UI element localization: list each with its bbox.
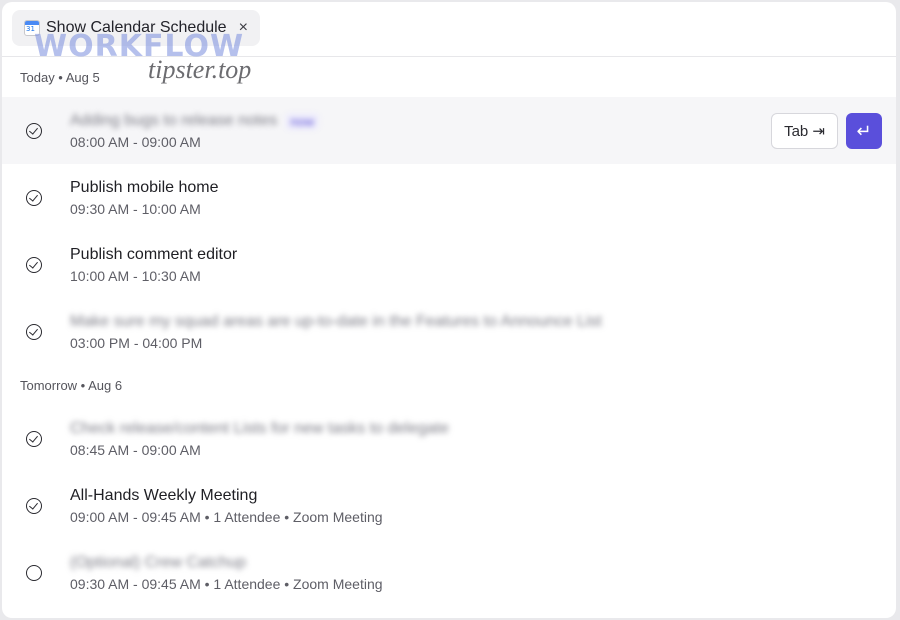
empty-circle-icon[interactable] (26, 564, 42, 581)
event-row[interactable]: Publish comment editor 10:00 AM - 10:30 … (2, 231, 896, 298)
checked-circle-icon[interactable] (26, 497, 42, 514)
event-title: Publish mobile home (70, 179, 219, 196)
event-time: 03:00 PM - 04:00 PM (70, 335, 203, 351)
event-title: Make sure my squad areas are up-to-date … (70, 313, 602, 330)
event-row[interactable]: All-Hands Weekly Meeting 09:00 AM - 09:4… (2, 472, 896, 539)
tab-bar: Show Calendar Schedule × WORKFLOW tipste… (2, 2, 896, 84)
event-row[interactable]: Publish mobile home 09:30 AM - 10:00 AM (2, 164, 896, 231)
checked-circle-icon[interactable] (26, 323, 42, 340)
event-time: 09:00 AM - 09:45 AM • 1 Attendee • Zoom … (70, 509, 383, 525)
event-row[interactable]: Adding bugs to release notes now 08:00 A… (2, 97, 896, 164)
section-header-tomorrow: Tomorrow • Aug 6 (20, 377, 123, 393)
event-title: All-Hands Weekly Meeting (70, 487, 258, 504)
section-header-today: Today • Aug 5 (20, 69, 100, 85)
tab-button[interactable]: Tab ⇥ (771, 113, 838, 149)
event-title: Check release/content Lists for new task… (70, 420, 449, 437)
return-icon: ↵ (856, 120, 872, 141)
event-title: Publish comment editor (70, 246, 238, 263)
tab-button-label: Tab ⇥ (784, 123, 825, 140)
event-title: (Optional) Crew Catchup (70, 554, 247, 571)
event-time: 08:00 AM - 09:00 AM (70, 134, 201, 150)
checked-circle-icon[interactable] (26, 122, 42, 139)
event-time: 09:30 AM - 09:45 AM • 1 Attendee • Zoom … (70, 576, 383, 592)
event-time: 09:30 AM - 10:00 AM (70, 201, 201, 217)
event-title-text: Adding bugs to release notes (70, 112, 278, 129)
event-row[interactable]: Check release/content Lists for new task… (2, 405, 896, 472)
checked-circle-icon[interactable] (26, 430, 42, 447)
tab-title: Show Calendar Schedule (46, 19, 227, 36)
event-time: 10:00 AM - 10:30 AM (70, 268, 201, 284)
event-title: Adding bugs to release notes now (70, 110, 320, 132)
calendar-panel: Show Calendar Schedule × WORKFLOW tipste… (2, 2, 896, 618)
event-row[interactable]: Make sure my squad areas are up-to-date … (2, 298, 896, 365)
tab-calendar-schedule[interactable]: Show Calendar Schedule × (12, 10, 260, 46)
now-badge: now (285, 112, 320, 130)
close-icon[interactable]: × (239, 19, 248, 37)
checked-circle-icon[interactable] (26, 189, 42, 206)
event-row[interactable]: (Optional) Crew Catchup 09:30 AM - 09:45… (2, 539, 896, 606)
event-time: 08:45 AM - 09:00 AM (70, 442, 201, 458)
enter-button[interactable]: ↵ (846, 113, 882, 149)
calendar-icon (24, 20, 40, 36)
checked-circle-icon[interactable] (26, 256, 42, 273)
